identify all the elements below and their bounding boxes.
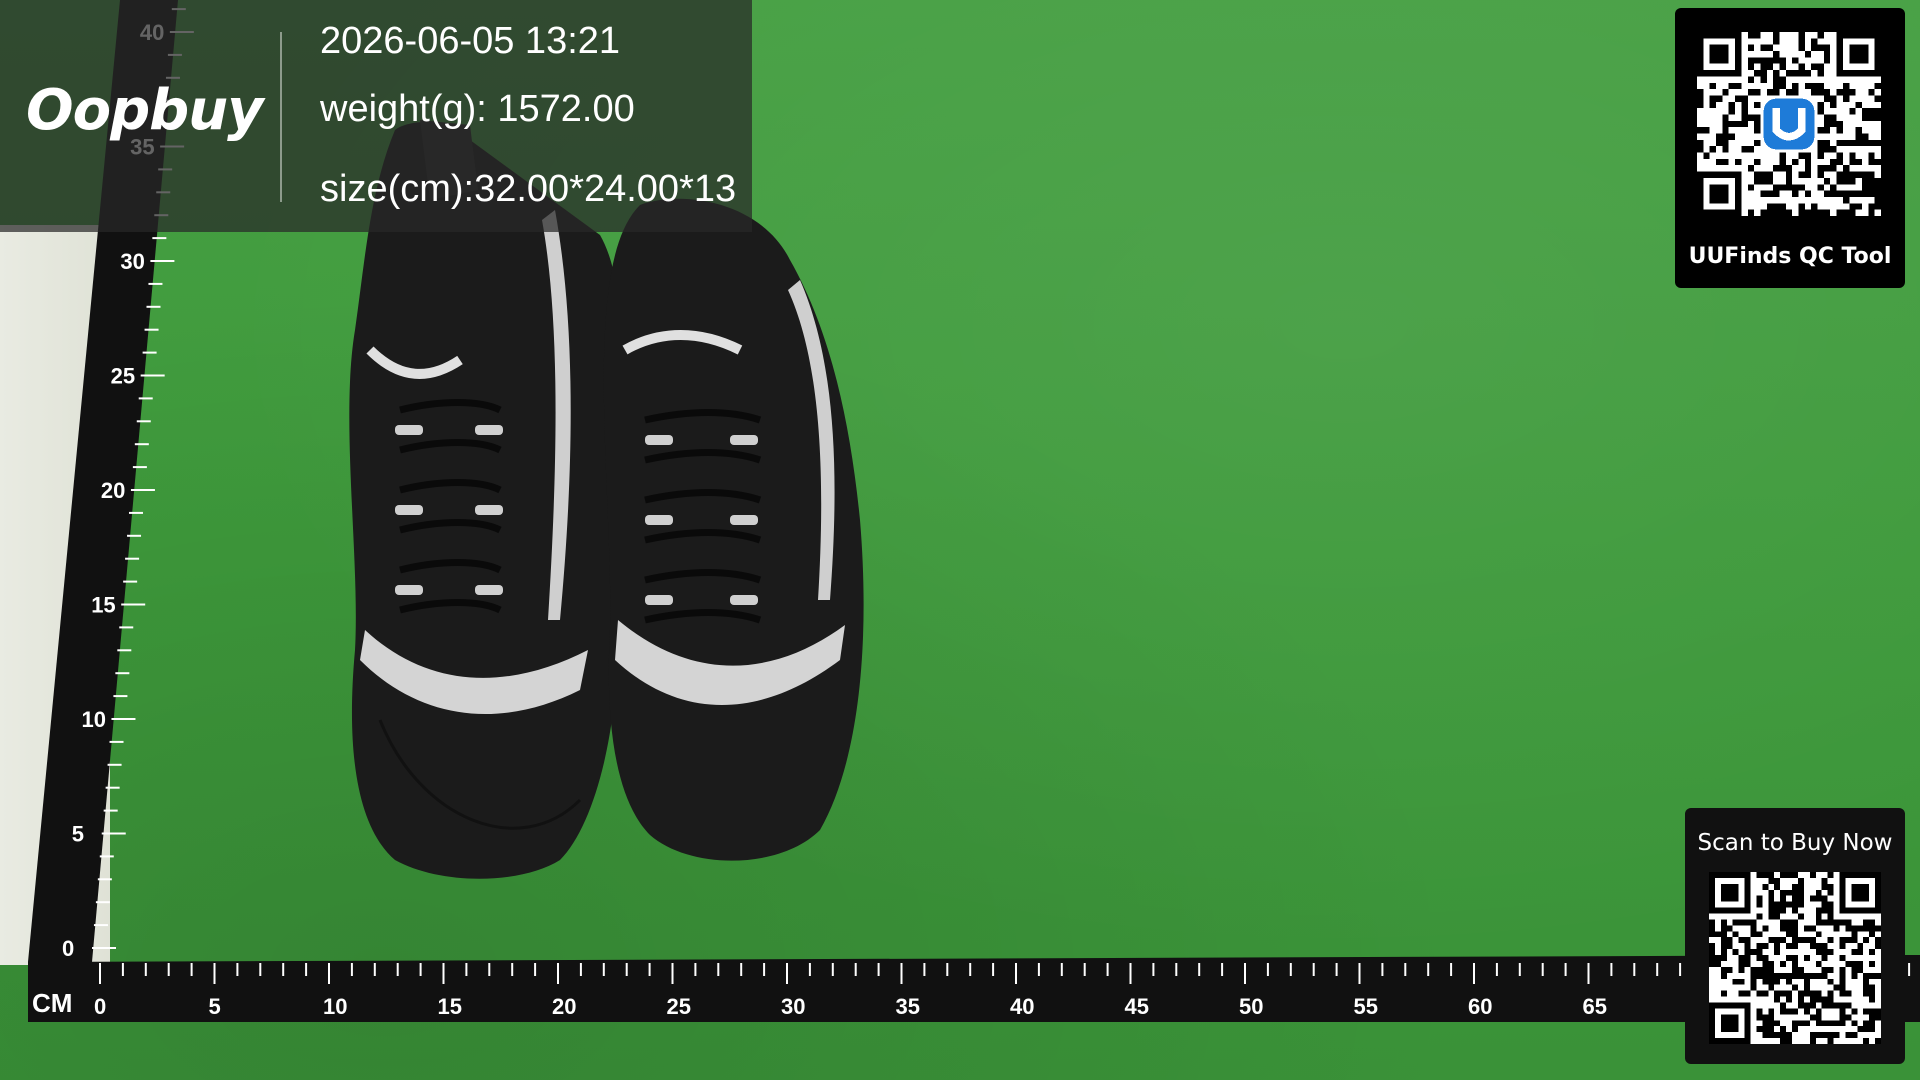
- size-text: size(cm):32.00*24.00*13: [320, 168, 737, 210]
- vertical-ruler-label: 0: [62, 936, 74, 961]
- horizontal-ruler-label: 50: [1239, 994, 1263, 1019]
- horizontal-ruler-label: 10: [323, 994, 347, 1019]
- left-sneaker: [349, 120, 619, 879]
- vertical-ruler-label: 25: [111, 364, 135, 389]
- horizontal-ruler-label: 25: [667, 994, 691, 1019]
- horizontal-ruler-label: 60: [1468, 994, 1492, 1019]
- buy-now-caption: Scan to Buy Now: [1697, 830, 1893, 856]
- info-overlay: Oopbuy 2026-06-05 13:21 weight(g): 1572.…: [0, 0, 752, 232]
- horizontal-ruler-label: 40: [1010, 994, 1034, 1019]
- vertical-ruler-label: 15: [91, 593, 115, 618]
- vertical-ruler-label: 5: [72, 822, 84, 847]
- horizontal-ruler-label: 35: [896, 994, 920, 1019]
- qc-tool-qr-code[interactable]: [1697, 32, 1881, 216]
- horizontal-ruler-label: 5: [209, 994, 221, 1019]
- horizontal-ruler-label: 20: [552, 994, 576, 1019]
- horizontal-ruler-label: 65: [1583, 994, 1607, 1019]
- qc-tool-qr-panel[interactable]: UUFinds QC Tool: [1675, 8, 1905, 288]
- horizontal-ruler-label: 15: [438, 994, 462, 1019]
- horizontal-ruler-label: 30: [781, 994, 805, 1019]
- right-sneaker: [603, 198, 864, 861]
- brand-logo: Oopbuy: [26, 78, 264, 143]
- weight-text: weight(g): 1572.00: [320, 88, 635, 130]
- vertical-ruler-label: 30: [120, 249, 144, 274]
- horizontal-ruler-label: 45: [1125, 994, 1149, 1019]
- buy-now-qr-panel[interactable]: Scan to Buy Now: [1685, 808, 1905, 1064]
- qc-tool-caption: UUFinds QC Tool: [1688, 244, 1892, 269]
- ruler-unit-label: CM: [32, 988, 72, 1018]
- uufinds-logo-icon: [1763, 98, 1815, 150]
- vertical-ruler-label: 10: [81, 707, 105, 732]
- overlay-divider: [280, 32, 282, 202]
- timestamp-text: 2026-06-05 13:21: [320, 20, 621, 62]
- buy-now-qr-code[interactable]: [1709, 872, 1881, 1044]
- horizontal-ruler-label: 0: [94, 994, 106, 1019]
- horizontal-ruler: [28, 955, 1920, 1022]
- horizontal-ruler-label: 55: [1354, 994, 1378, 1019]
- vertical-ruler-label: 20: [101, 478, 125, 503]
